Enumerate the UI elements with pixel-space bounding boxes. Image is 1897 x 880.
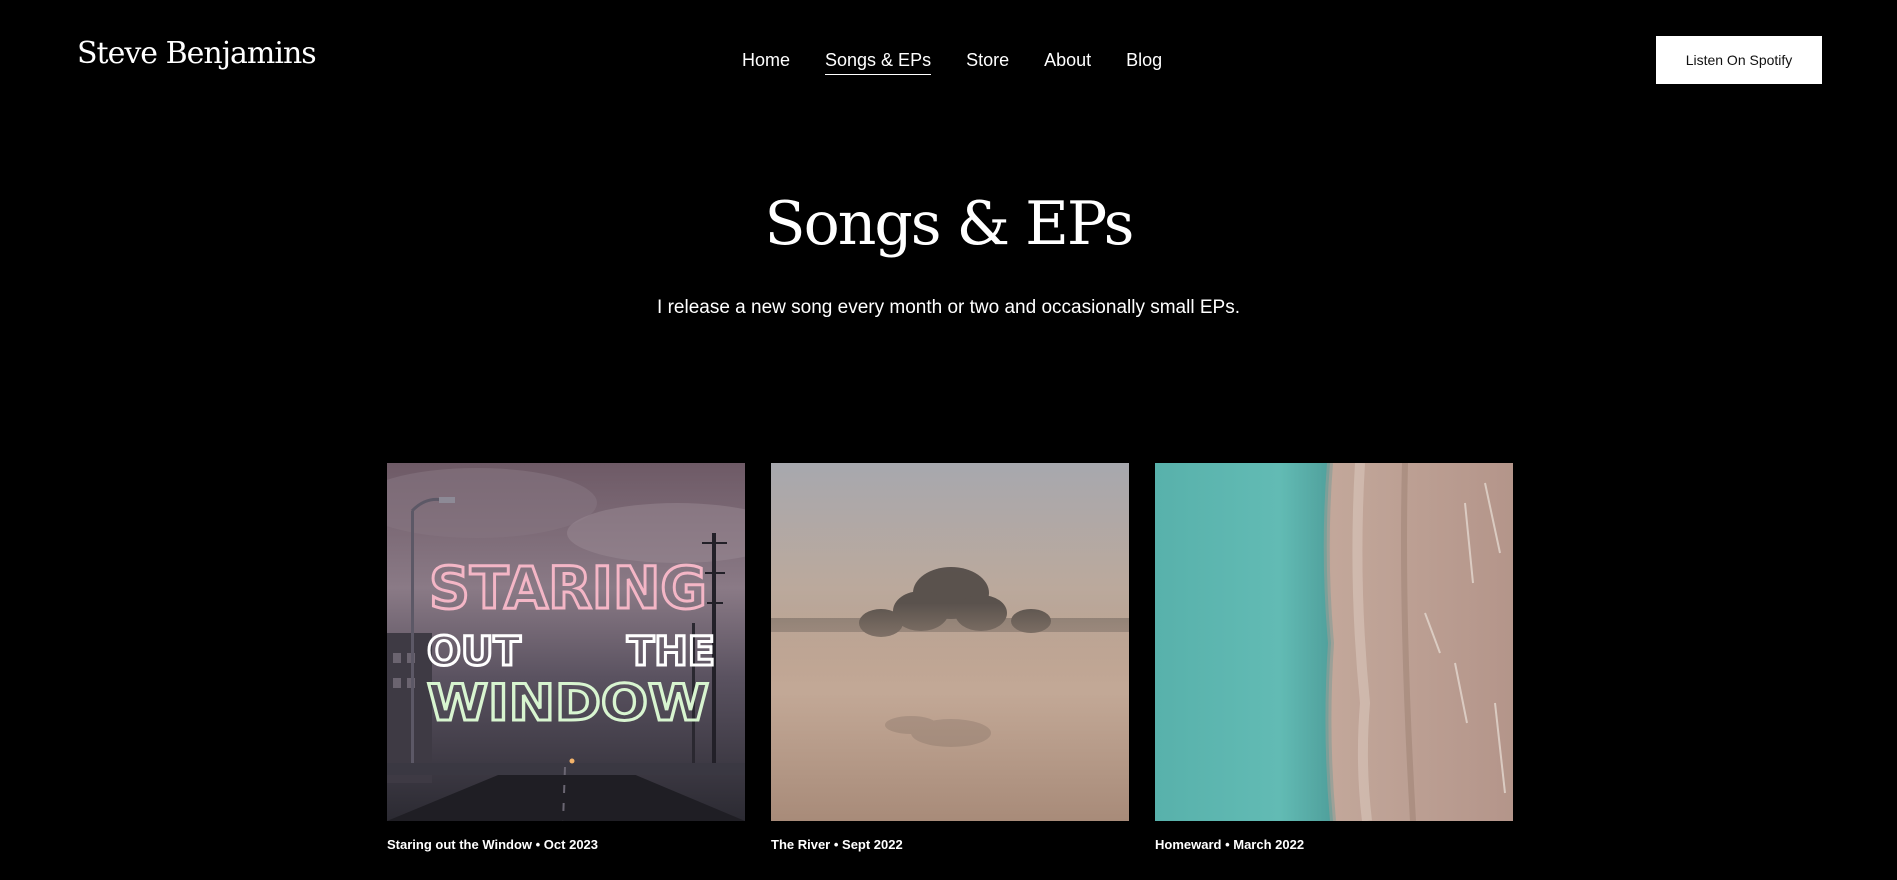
listen-on-spotify-button[interactable]: Listen On Spotify bbox=[1656, 36, 1822, 84]
cover-title-word-2: OUT bbox=[427, 629, 521, 675]
releases-grid: STARING OUT THE WINDOW Staring out the W… bbox=[387, 463, 1513, 852]
nav-about[interactable]: About bbox=[1044, 48, 1091, 75]
nav-songs-eps[interactable]: Songs & EPs bbox=[825, 48, 932, 75]
release-card-staring-out-the-window[interactable]: STARING OUT THE WINDOW Staring out the W… bbox=[387, 463, 745, 852]
page-title: Songs & EPs bbox=[764, 189, 1135, 259]
release-caption: Homeward • March 2022 bbox=[1155, 837, 1305, 852]
cover-homeward[interactable] bbox=[1155, 463, 1513, 821]
cover-title-word-4: WINDOW bbox=[427, 674, 709, 732]
cover-staring-out-the-window[interactable]: STARING OUT THE WINDOW bbox=[387, 463, 745, 821]
site-logo[interactable]: Steve Benjamins bbox=[77, 36, 317, 71]
release-caption: Staring out the Window • Oct 2023 bbox=[387, 837, 599, 852]
cover-the-river[interactable] bbox=[771, 463, 1129, 821]
nav-store[interactable]: Store bbox=[966, 48, 1009, 75]
nav-home[interactable]: Home bbox=[742, 48, 790, 75]
nav-blog[interactable]: Blog bbox=[1126, 48, 1162, 75]
cover-title-word-3: THE bbox=[627, 629, 715, 675]
release-card-homeward[interactable]: Homeward • March 2022 bbox=[1155, 463, 1513, 852]
site-header: Steve Benjamins Home Songs & EPs Store A… bbox=[0, 0, 1897, 120]
cover-title-word-1: STARING bbox=[429, 554, 707, 622]
release-caption: The River • Sept 2022 bbox=[771, 837, 903, 852]
page-subtitle: I release a new song every month or two … bbox=[657, 297, 1240, 318]
main-nav: Home Songs & EPs Store About Blog bbox=[742, 48, 1162, 75]
release-card-the-river[interactable]: The River • Sept 2022 bbox=[771, 463, 1129, 852]
